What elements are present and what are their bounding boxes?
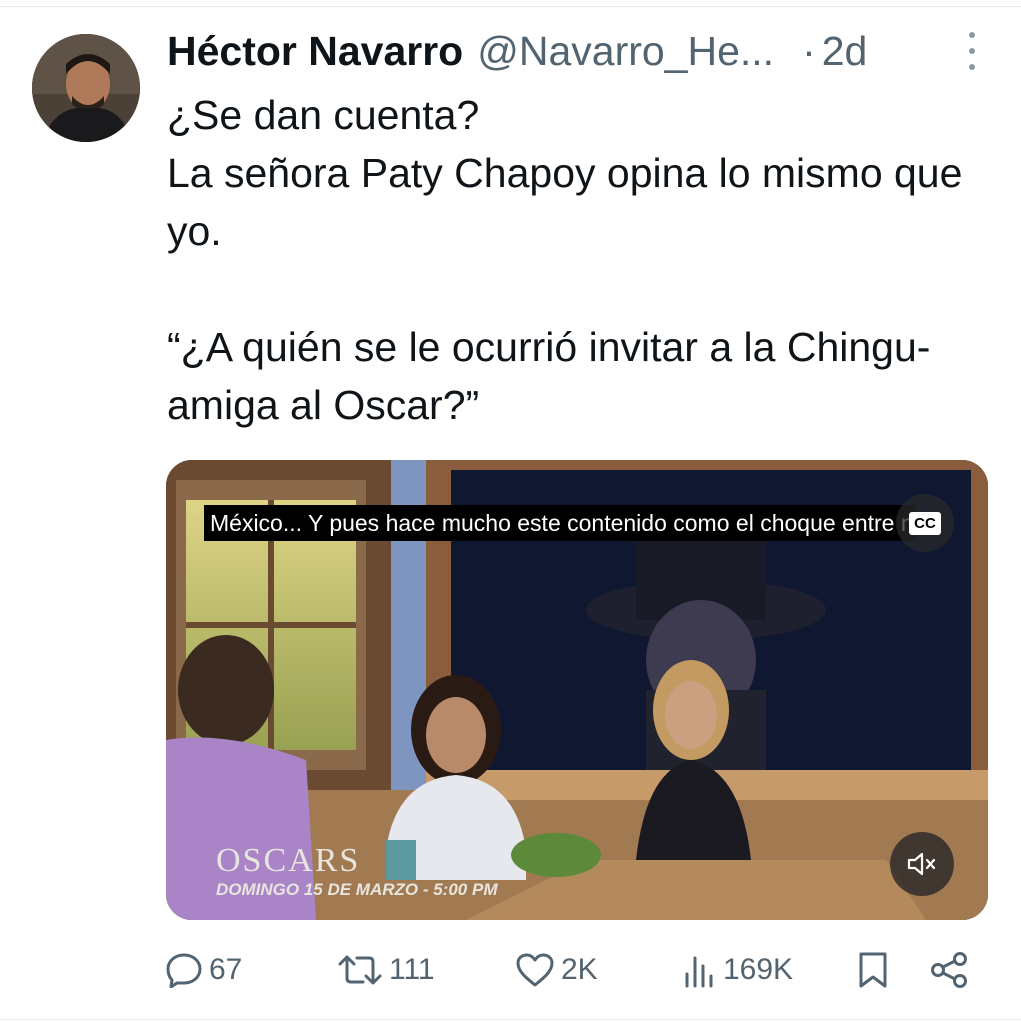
share-button[interactable] [929, 944, 969, 996]
reply-icon [166, 953, 202, 988]
like-count: 2K [561, 953, 598, 986]
retweet-icon [338, 955, 382, 985]
time-separator: · [802, 27, 816, 74]
bookmark-button[interactable] [857, 944, 889, 996]
avatar-photo [32, 34, 140, 142]
tweet-line: La señora Paty Chapoy opina lo mismo que… [167, 150, 963, 254]
video-caption: México... Y pues hace mucho este conteni… [204, 505, 916, 541]
bottom-divider [0, 1019, 1021, 1020]
avatar[interactable] [32, 34, 140, 142]
tweet-actions: 67 111 2K 169K [165, 944, 985, 996]
tweet-header: Héctor Navarro @Navarro_He... · 2d [167, 24, 987, 78]
closed-caption-button[interactable]: CC [896, 494, 954, 552]
views-button[interactable]: 169K [683, 944, 793, 996]
more-vertical-icon[interactable] [957, 32, 987, 70]
like-button[interactable]: 2K [515, 944, 598, 996]
view-count: 169K [723, 953, 794, 986]
tweet-line: “¿A quién se le ocurrió invitar a la Chi… [167, 324, 931, 428]
author-name[interactable]: Héctor Navarro [167, 28, 463, 75]
banner-date: DOMINGO 15 DE MARZO - 5:00 PM [216, 880, 498, 899]
reply-count: 67 [209, 953, 243, 986]
mute-button[interactable] [890, 832, 954, 896]
top-divider [0, 6, 1021, 7]
video-player[interactable]: México... Y pues hace mucho este conteni… [166, 460, 988, 920]
author-handle[interactable]: @Navarro_He... [477, 28, 774, 75]
views-icon [685, 956, 713, 988]
share-icon [931, 952, 967, 988]
tweet-timestamp[interactable]: 2d [822, 28, 868, 75]
closed-caption-icon: CC [909, 511, 941, 535]
bookmark-icon [859, 952, 887, 988]
banner-brand: OSCARS [216, 842, 361, 879]
mute-icon [907, 852, 936, 876]
retweet-button[interactable]: 111 [337, 944, 435, 996]
tweet-text: ¿Se dan cuenta? La señora Paty Chapoy op… [167, 86, 987, 434]
reply-button[interactable]: 67 [165, 944, 242, 996]
like-icon [516, 953, 554, 987]
tweet-line: ¿Se dan cuenta? [167, 92, 480, 138]
video-banner: OSCARS DOMINGO 15 DE MARZO - 5:00 PM [216, 842, 497, 900]
retweet-count: 111 [389, 953, 435, 986]
